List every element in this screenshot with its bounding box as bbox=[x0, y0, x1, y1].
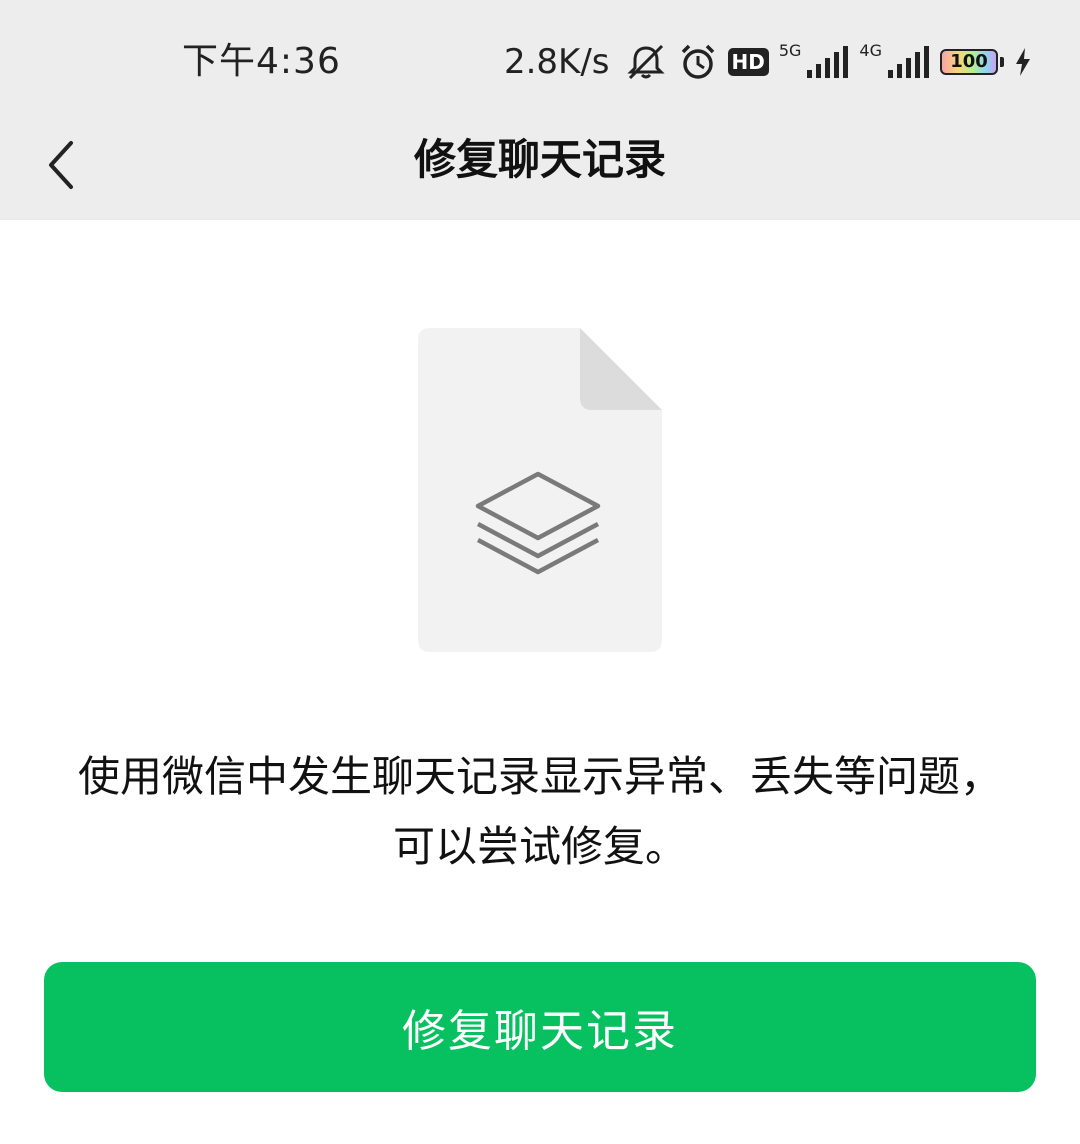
repair-chat-history-button[interactable]: 修复聊天记录 bbox=[44, 962, 1036, 1092]
hd-icon: HD bbox=[727, 48, 769, 76]
network-5g-label: 5G bbox=[778, 40, 802, 60]
network-4g-label: 4G bbox=[859, 40, 882, 60]
battery-icon: 100 bbox=[940, 49, 998, 75]
header-area: 下午4:36 2.8K/s HD 5G 4G 100 修复聊天记录 bbox=[0, 0, 1080, 220]
status-bar: 下午4:36 2.8K/s HD 5G 4G 100 bbox=[0, 0, 1080, 110]
battery-level: 100 bbox=[950, 51, 988, 72]
page-title: 修复聊天记录 bbox=[413, 135, 666, 184]
charging-icon bbox=[1014, 47, 1032, 77]
navigation-bar: 修复聊天记录 bbox=[0, 110, 1080, 220]
signal-4g-icon bbox=[886, 46, 930, 78]
status-icons: 2.8K/s HD 5G 4G 100 bbox=[504, 38, 1032, 86]
network-speed: 2.8K/s bbox=[503, 42, 610, 82]
signal-5g-icon bbox=[805, 46, 849, 78]
document-illustration bbox=[418, 328, 662, 652]
battery-tip bbox=[1000, 57, 1004, 67]
mute-icon bbox=[624, 42, 668, 82]
status-time: 下午4:36 bbox=[182, 41, 341, 82]
alarm-icon bbox=[678, 42, 718, 82]
description-text: 使用微信中发生聊天记录显示异常、丢失等问题，可以尝试修复。 bbox=[77, 752, 1002, 871]
